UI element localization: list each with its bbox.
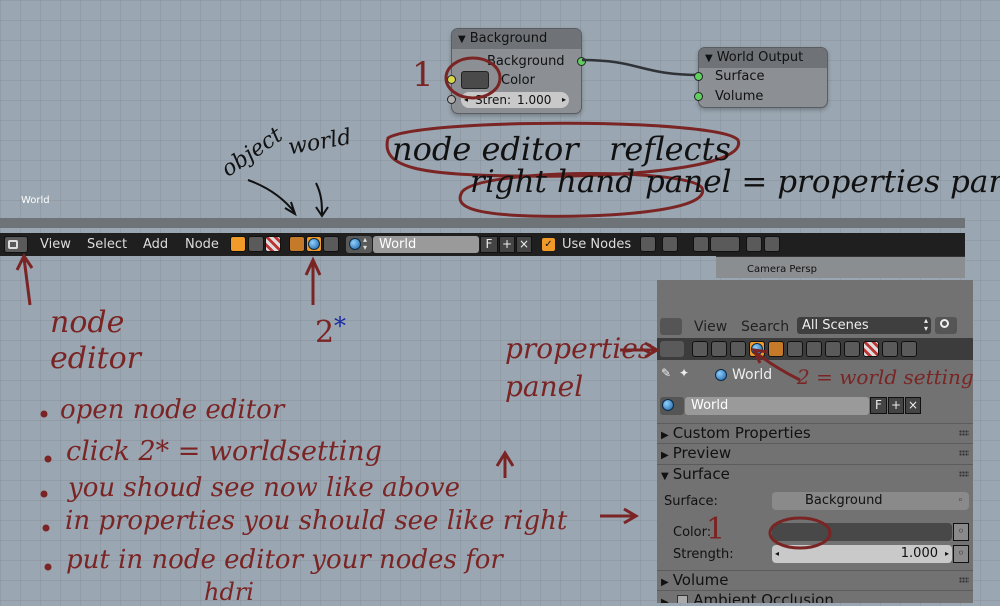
annotation-hdri: hdri bbox=[204, 578, 254, 606]
bullet bbox=[40, 490, 48, 498]
bullet bbox=[44, 563, 52, 571]
annotation-one-right: 1 bbox=[706, 512, 726, 547]
annotation-node-editor-reflects: node editor reflects bbox=[392, 130, 731, 168]
annotation-step-2: click 2* = worldsetting bbox=[66, 436, 382, 467]
arrow-up bbox=[495, 450, 515, 478]
circle-mark-color-field bbox=[768, 516, 832, 550]
circle-mark-color-socket bbox=[444, 56, 502, 100]
annotation-right-hand-panel: right hand panel = properties panel bbox=[470, 164, 1000, 200]
annotation-node-editor: node editor bbox=[50, 305, 142, 376]
arrow-world bbox=[315, 182, 329, 218]
annotation-star: * bbox=[334, 312, 346, 340]
arrow-world-setting bbox=[751, 348, 801, 382]
arrow-right bbox=[600, 507, 639, 525]
arrow-node-editor bbox=[15, 253, 34, 306]
annotation-step-3: you shoud see now like above bbox=[68, 473, 460, 503]
annotation-two: 2 bbox=[315, 315, 335, 350]
annotation-one-top: 1 bbox=[412, 55, 434, 95]
bullet bbox=[44, 455, 52, 463]
arrow-world-button bbox=[304, 256, 322, 305]
annotation-world-setting: 2 = world setting bbox=[797, 365, 974, 389]
annotation-properties-panel: properties panel bbox=[505, 332, 653, 403]
arrow-object bbox=[247, 179, 297, 217]
bullet bbox=[42, 524, 50, 532]
annotation-step-5: put in node editor your nodes for bbox=[66, 545, 503, 575]
annotation-step-4: in properties you should see like right bbox=[65, 506, 568, 536]
bullet bbox=[40, 410, 48, 418]
annotation-step-1: open node editor bbox=[60, 395, 285, 425]
